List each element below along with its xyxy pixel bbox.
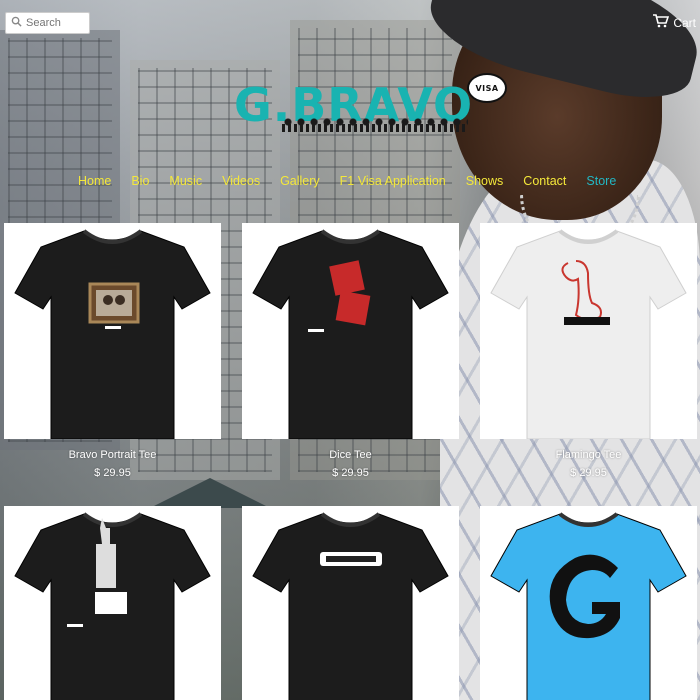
cart-label: Cart — [673, 15, 696, 30]
nav-home[interactable]: Home — [78, 174, 111, 188]
nav-music[interactable]: Music — [169, 174, 202, 188]
tshirt-image — [252, 229, 449, 439]
product-name[interactable]: Flamingo Tee — [480, 449, 697, 461]
product-image[interactable] — [242, 223, 459, 439]
site-logo[interactable]: G.BRAVO — [234, 78, 474, 142]
search-box[interactable] — [5, 12, 90, 34]
tshirt-body — [490, 513, 687, 700]
tshirt-image — [14, 512, 211, 700]
search-icon — [11, 14, 22, 32]
tshirt-body — [14, 230, 211, 439]
product-image[interactable] — [242, 506, 459, 700]
product-image[interactable] — [4, 506, 221, 700]
product-card[interactable] — [480, 506, 697, 700]
product-card[interactable]: Dice Tee $ 29.95 — [242, 223, 459, 479]
nav-gallery[interactable]: Gallery — [280, 174, 320, 188]
shirt-print-graphic — [88, 282, 140, 329]
tshirt-body — [252, 513, 449, 700]
nav-f1-visa-application[interactable]: F1 Visa Application — [340, 174, 446, 188]
cart-link[interactable]: Cart — [653, 14, 696, 31]
nav-bio[interactable]: Bio — [131, 174, 149, 188]
tshirt-body — [490, 230, 687, 439]
product-image[interactable] — [4, 223, 221, 439]
tshirt-image — [490, 229, 687, 439]
tshirt-image — [14, 229, 211, 439]
product-card[interactable] — [242, 506, 459, 700]
nav-shows[interactable]: Shows — [466, 174, 504, 188]
product-image[interactable] — [480, 223, 697, 439]
tshirt-image — [252, 512, 449, 700]
product-card[interactable]: Flamingo Tee $ 29.95 — [480, 223, 697, 479]
logo-crowd-graphic — [282, 124, 468, 132]
main-nav: Home Bio Music Videos Gallery F1 Visa Ap… — [78, 174, 616, 188]
product-price: $ 29.95 — [94, 467, 131, 479]
tshirt-image — [490, 512, 687, 700]
product-price: $ 29.95 — [332, 467, 369, 479]
shirt-print-graphic — [320, 552, 382, 566]
search-input[interactable] — [26, 17, 86, 29]
nav-videos[interactable]: Videos — [222, 174, 260, 188]
nav-contact[interactable]: Contact — [523, 174, 566, 188]
product-name[interactable]: Dice Tee — [242, 449, 459, 461]
product-image[interactable] — [480, 506, 697, 700]
visa-badge-logo: VISA — [467, 73, 507, 103]
product-price: $ 29.95 — [570, 467, 607, 479]
product-name[interactable]: Bravo Portrait Tee — [4, 449, 221, 461]
cart-icon — [653, 14, 670, 31]
product-card[interactable]: Bravo Portrait Tee $ 29.95 — [4, 223, 221, 479]
product-card[interactable] — [4, 506, 221, 700]
nav-store[interactable]: Store — [586, 174, 616, 188]
